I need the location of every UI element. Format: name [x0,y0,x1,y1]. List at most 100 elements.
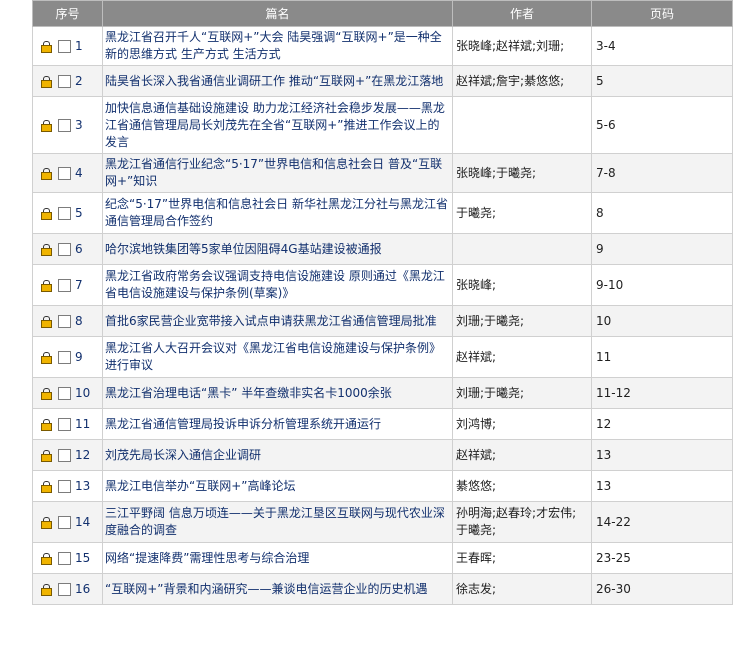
select-checkbox[interactable] [58,118,71,132]
row-number: 15 [75,550,91,565]
lock-icon[interactable] [41,418,52,431]
row-number: 2 [75,73,83,88]
table-row: 2 陆昊省长深入我省通信业调研工作 推动“互联网+”在黑龙江落地 赵祥斌;詹宇;綦悠… [32,65,733,97]
lock-icon[interactable] [41,516,52,529]
article-title-link[interactable]: 黑龙江省政府常务会议强调支持电信设施建设 原则通过《黑龙江省电信设施建设与保护条… [102,264,453,306]
select-checkbox[interactable] [58,74,71,88]
seq-cell: 11 [32,408,103,440]
table-row: 6 哈尔滨地铁集团等5家单位因阻碍4G基站建设被通报 9 [32,233,733,265]
article-title-link[interactable]: 网络“提速降费”需理性思考与综合治理 [102,542,453,574]
select-checkbox[interactable] [58,386,71,400]
select-checkbox[interactable] [58,479,71,493]
select-checkbox[interactable] [58,166,71,180]
article-title-link[interactable]: 纪念“5·17”世界电信和信息社会日 新华社黑龙江分社与黑龙江省通信管理局合作签… [102,192,453,234]
lock-icon[interactable] [41,552,52,565]
seq-cell: 14 [32,501,103,543]
article-title-link[interactable]: 黑龙江省人大召开会议对《黑龙江省电信设施建设与保护条例》进行审议 [102,336,453,378]
select-checkbox[interactable] [58,515,71,529]
table-body: 1 黑龙江省召开千人“互联网+”大会 陆昊强调“互联网+”是一种全新的思维方式 生… [32,26,733,605]
article-title-link[interactable]: 黑龙江省通信管理局投诉申诉分析管理系统开通运行 [102,408,453,440]
pages-cell: 5-6 [591,96,733,154]
pages-cell: 8 [591,192,733,234]
select-checkbox[interactable] [58,350,71,364]
article-title-link[interactable]: 三江平野阔 信息万顷连——关于黑龙江垦区互联网与现代农业深度融合的调查 [102,501,453,543]
lock-icon[interactable] [41,480,52,493]
table-row: 3 加快信息通信基础设施建设 助力龙江经济社会稳步发展——黑龙江省通信管理局局长刘… [32,96,733,154]
header-row: 序号 篇名 作者 页码 [32,0,733,27]
seq-cell: 2 [32,65,103,97]
author-cell: 张晓峰;赵祥斌;刘珊; [452,26,592,66]
row-number: 6 [75,241,83,256]
article-title-link[interactable]: 哈尔滨地铁集团等5家单位因阻碍4G基站建设被通报 [102,233,453,265]
pages-cell: 12 [591,408,733,440]
article-title-link[interactable]: 刘茂先局长深入通信企业调研 [102,439,453,471]
author-cell: 赵祥斌;詹宇;綦悠悠; [452,65,592,97]
lock-icon[interactable] [41,449,52,462]
table-row: 16 “互联网+”背景和内涵研究——兼谈电信运营企业的历史机遇 徐志发; 26-30 [32,573,733,605]
select-checkbox[interactable] [58,314,71,328]
lock-icon[interactable] [41,387,52,400]
row-number: 8 [75,313,83,328]
author-cell: 张晓峰; [452,264,592,306]
pages-cell: 9 [591,233,733,265]
pages-cell: 10 [591,305,733,337]
author-cell: 刘鸿博; [452,408,592,440]
table-row: 8 首批6家民营企业宽带接入试点申请获黑龙江省通信管理局批准 刘珊;于曦尧; 10 [32,305,733,337]
pages-cell: 13 [591,439,733,471]
select-checkbox[interactable] [58,206,71,220]
lock-icon[interactable] [41,119,52,132]
author-cell: 于曦尧; [452,192,592,234]
row-number: 1 [75,38,83,53]
table-row: 5 纪念“5·17”世界电信和信息社会日 新华社黑龙江分社与黑龙江省通信管理局合作… [32,192,733,234]
article-title-link[interactable]: 陆昊省长深入我省通信业调研工作 推动“互联网+”在黑龙江落地 [102,65,453,97]
article-title-link[interactable]: 黑龙江省召开千人“互联网+”大会 陆昊强调“互联网+”是一种全新的思维方式 生产… [102,26,453,66]
seq-cell: 6 [32,233,103,265]
seq-cell: 9 [32,336,103,378]
lock-icon[interactable] [41,207,52,220]
pages-cell: 26-30 [591,573,733,605]
article-title-link[interactable]: 黑龙江省治理电话“黑卡” 半年查缴非实名卡1000余张 [102,377,453,409]
author-cell: 綦悠悠; [452,470,592,502]
seq-cell: 3 [32,96,103,154]
select-checkbox[interactable] [58,448,71,462]
select-checkbox[interactable] [58,551,71,565]
select-checkbox[interactable] [58,417,71,431]
lock-icon[interactable] [41,583,52,596]
lock-icon[interactable] [41,243,52,256]
pages-cell: 7-8 [591,153,733,193]
author-cell [452,233,592,265]
lock-icon[interactable] [41,279,52,292]
article-title-link[interactable]: 黑龙江电信举办“互联网+”高峰论坛 [102,470,453,502]
select-checkbox[interactable] [58,242,71,256]
row-number: 5 [75,205,83,220]
select-checkbox[interactable] [58,278,71,292]
row-number: 3 [75,117,83,132]
pages-cell: 14-22 [591,501,733,543]
article-title-link[interactable]: 加快信息通信基础设施建设 助力龙江经济社会稳步发展——黑龙江省通信管理局局长刘茂… [102,96,453,154]
table-row: 1 黑龙江省召开千人“互联网+”大会 陆昊强调“互联网+”是一种全新的思维方式 生… [32,26,733,66]
pages-cell: 9-10 [591,264,733,306]
row-number: 11 [75,416,91,431]
lock-icon[interactable] [41,167,52,180]
pages-cell: 23-25 [591,542,733,574]
seq-cell: 16 [32,573,103,605]
author-cell: 赵祥斌; [452,336,592,378]
article-title-link[interactable]: “互联网+”背景和内涵研究——兼谈电信运营企业的历史机遇 [102,573,453,605]
seq-cell: 7 [32,264,103,306]
author-cell: 王春晖; [452,542,592,574]
lock-icon[interactable] [41,75,52,88]
table-row: 10 黑龙江省治理电话“黑卡” 半年查缴非实名卡1000余张 刘珊;于曦尧; 11-1… [32,377,733,409]
table-row: 4 黑龙江省通信行业纪念“5·17”世界电信和信息社会日 普及“互联网+”知识 张晓… [32,153,733,193]
author-cell [452,96,592,154]
select-checkbox[interactable] [58,582,71,596]
seq-cell: 8 [32,305,103,337]
lock-icon[interactable] [41,315,52,328]
article-title-link[interactable]: 黑龙江省通信行业纪念“5·17”世界电信和信息社会日 普及“互联网+”知识 [102,153,453,193]
author-cell: 刘珊;于曦尧; [452,377,592,409]
select-checkbox[interactable] [58,39,71,53]
article-title-link[interactable]: 首批6家民营企业宽带接入试点申请获黑龙江省通信管理局批准 [102,305,453,337]
lock-icon[interactable] [41,351,52,364]
row-number: 13 [75,478,91,493]
seq-cell: 5 [32,192,103,234]
lock-icon[interactable] [41,40,52,53]
